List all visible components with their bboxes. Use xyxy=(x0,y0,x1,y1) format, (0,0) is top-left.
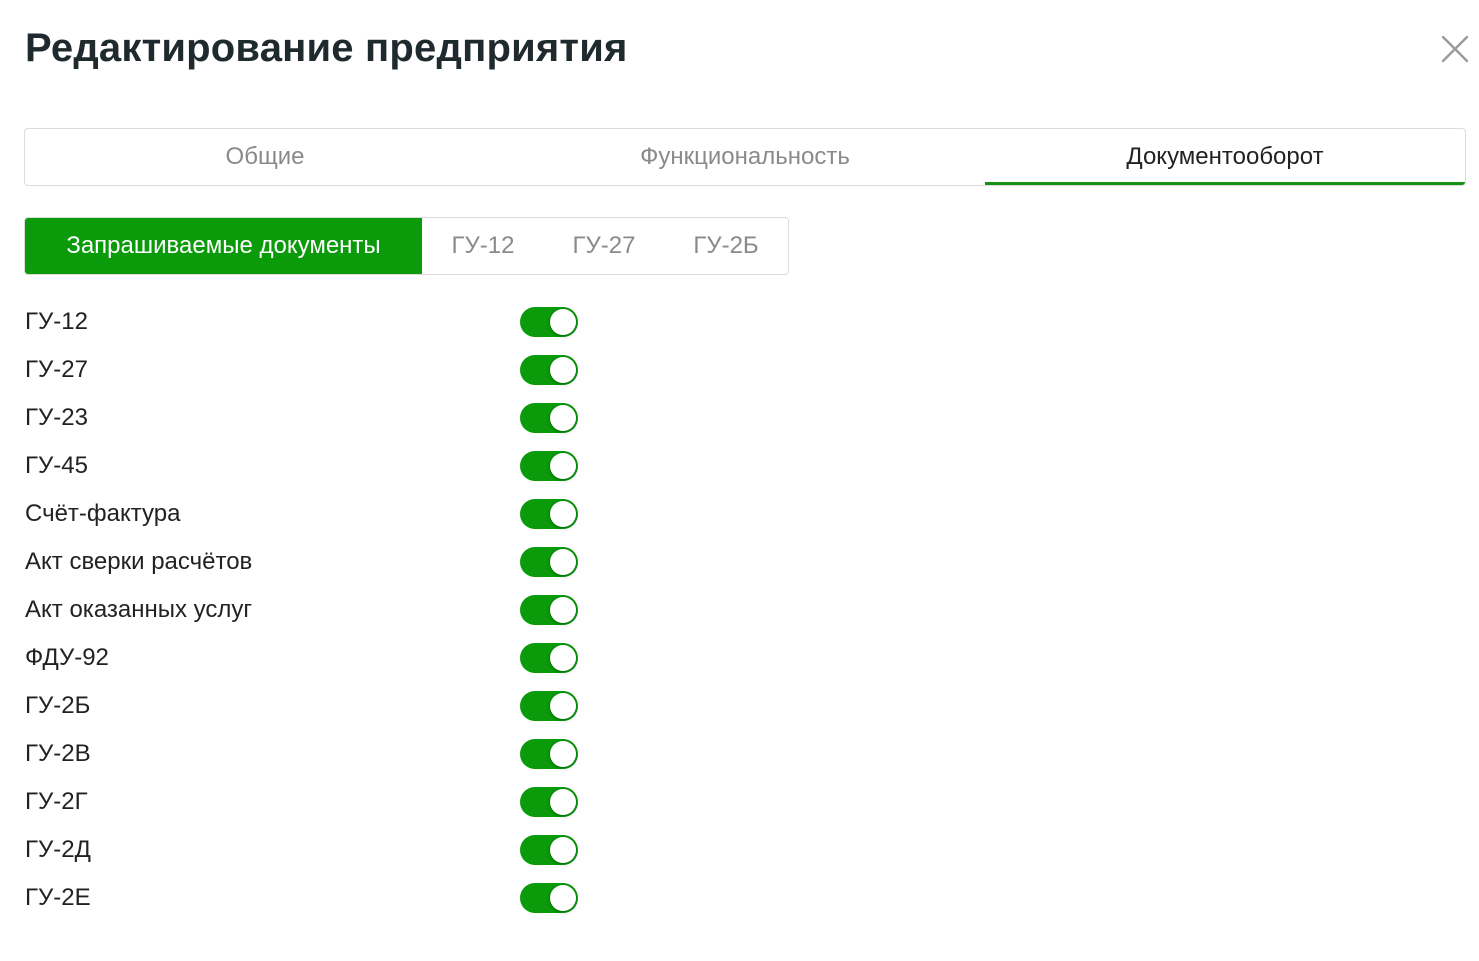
document-row-gu-27: ГУ-27 xyxy=(25,346,625,394)
document-row-gu-23: ГУ-23 xyxy=(25,394,625,442)
document-toggle-gu-45[interactable] xyxy=(520,451,578,481)
toggle-knob xyxy=(550,885,576,911)
document-row-gu-12: ГУ-12 xyxy=(25,298,625,346)
document-label: Акт оказанных услуг xyxy=(25,596,253,623)
document-label: ГУ-27 xyxy=(25,356,88,383)
toggle-knob xyxy=(550,789,576,815)
document-row-gu-2v: ГУ-2В xyxy=(25,730,625,778)
subtab-gu-12[interactable]: ГУ-12 xyxy=(422,218,544,274)
document-label: ГУ-2Е xyxy=(25,884,91,911)
subtab-gu-27[interactable]: ГУ-27 xyxy=(544,218,664,274)
document-sub-tabs: Запрашиваемые документы ГУ-12 ГУ-27 ГУ-2… xyxy=(24,217,789,275)
document-toggle-gu-2v[interactable] xyxy=(520,739,578,769)
requested-documents-list: ГУ-12 ГУ-27 ГУ-23 ГУ-45 Счёт-фактура Акт… xyxy=(25,298,625,922)
toggle-knob xyxy=(550,693,576,719)
toggle-knob xyxy=(550,741,576,767)
document-toggle-gu-23[interactable] xyxy=(520,403,578,433)
document-label: ГУ-2Б xyxy=(25,692,91,719)
toggle-knob xyxy=(550,645,576,671)
document-toggle-reconciliation-act[interactable] xyxy=(520,547,578,577)
document-toggle-gu-12[interactable] xyxy=(520,307,578,337)
document-row-fdu-92: ФДУ-92 xyxy=(25,634,625,682)
document-label: ГУ-2Г xyxy=(25,788,88,815)
document-toggle-gu-27[interactable] xyxy=(520,355,578,385)
subtab-gu-2b[interactable]: ГУ-2Б xyxy=(664,218,788,274)
toggle-knob xyxy=(550,405,576,431)
document-row-gu-45: ГУ-45 xyxy=(25,442,625,490)
document-row-gu-2g: ГУ-2Г xyxy=(25,778,625,826)
toggle-knob xyxy=(550,549,576,575)
document-toggle-gu-2e[interactable] xyxy=(520,883,578,913)
document-row-gu-2d: ГУ-2Д xyxy=(25,826,625,874)
document-label: Акт сверки расчётов xyxy=(25,548,253,575)
document-row-reconciliation-act: Акт сверки расчётов xyxy=(25,538,625,586)
tab-functionality[interactable]: Функциональность xyxy=(505,129,985,185)
document-toggle-gu-2g[interactable] xyxy=(520,787,578,817)
toggle-knob xyxy=(550,309,576,335)
close-button[interactable] xyxy=(1438,32,1472,66)
document-label: ФДУ-92 xyxy=(25,644,109,671)
document-label: ГУ-45 xyxy=(25,452,88,479)
document-label: ГУ-23 xyxy=(25,404,88,431)
document-toggle-fdu-92[interactable] xyxy=(520,643,578,673)
document-row-invoice: Счёт-фактура xyxy=(25,490,625,538)
tab-general[interactable]: Общие xyxy=(25,129,505,185)
close-icon xyxy=(1441,35,1469,63)
main-tabs: Общие Функциональность Документооборот xyxy=(24,128,1466,186)
toggle-knob xyxy=(550,597,576,623)
document-row-gu-2b: ГУ-2Б xyxy=(25,682,625,730)
tab-document-flow[interactable]: Документооборот xyxy=(985,129,1465,185)
page-title: Редактирование предприятия xyxy=(25,26,628,70)
edit-enterprise-dialog: Редактирование предприятия Общие Функцио… xyxy=(0,0,1479,961)
toggle-knob xyxy=(550,837,576,863)
toggle-knob xyxy=(550,453,576,479)
document-label: ГУ-2В xyxy=(25,740,91,767)
toggle-knob xyxy=(550,357,576,383)
document-toggle-services-act[interactable] xyxy=(520,595,578,625)
document-label: ГУ-2Д xyxy=(25,836,91,863)
document-label: ГУ-12 xyxy=(25,308,88,335)
subtab-requested-documents[interactable]: Запрашиваемые документы xyxy=(25,218,422,274)
toggle-knob xyxy=(550,501,576,527)
document-toggle-gu-2b[interactable] xyxy=(520,691,578,721)
document-toggle-gu-2d[interactable] xyxy=(520,835,578,865)
document-row-gu-2e: ГУ-2Е xyxy=(25,874,625,922)
document-row-services-act: Акт оказанных услуг xyxy=(25,586,625,634)
document-label: Счёт-фактура xyxy=(25,500,181,527)
document-toggle-invoice[interactable] xyxy=(520,499,578,529)
